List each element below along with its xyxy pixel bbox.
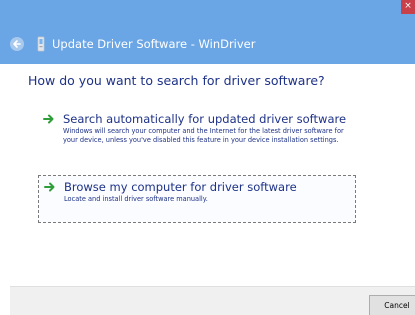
browse-computer-option[interactable]: Browse my computer for driver software L… — [38, 175, 356, 223]
device-icon — [37, 36, 45, 52]
back-button[interactable] — [10, 37, 24, 51]
cancel-button[interactable]: Cancel — [369, 295, 415, 315]
green-arrow-icon — [44, 182, 55, 192]
title-bar: × Update Driver Software - WinDriver — [0, 0, 415, 64]
search-automatically-option[interactable]: Search automatically for updated driver … — [38, 110, 356, 160]
close-button[interactable]: × — [401, 0, 415, 14]
page-question: How do you want to search for driver sof… — [28, 73, 325, 88]
option-title: Search automatically for updated driver … — [63, 112, 347, 126]
option-title: Browse my computer for driver software — [64, 180, 297, 194]
option-description: Windows will search your computer and th… — [63, 127, 344, 144]
footer-bar: Cancel — [10, 286, 415, 315]
update-driver-window: × Update Driver Software - WinDriver How… — [0, 0, 415, 315]
back-arrow-icon — [13, 40, 21, 48]
wizard-title: Update Driver Software - WinDriver — [52, 37, 256, 51]
option-description: Locate and install driver software manua… — [64, 195, 208, 203]
green-arrow-icon — [43, 114, 54, 124]
